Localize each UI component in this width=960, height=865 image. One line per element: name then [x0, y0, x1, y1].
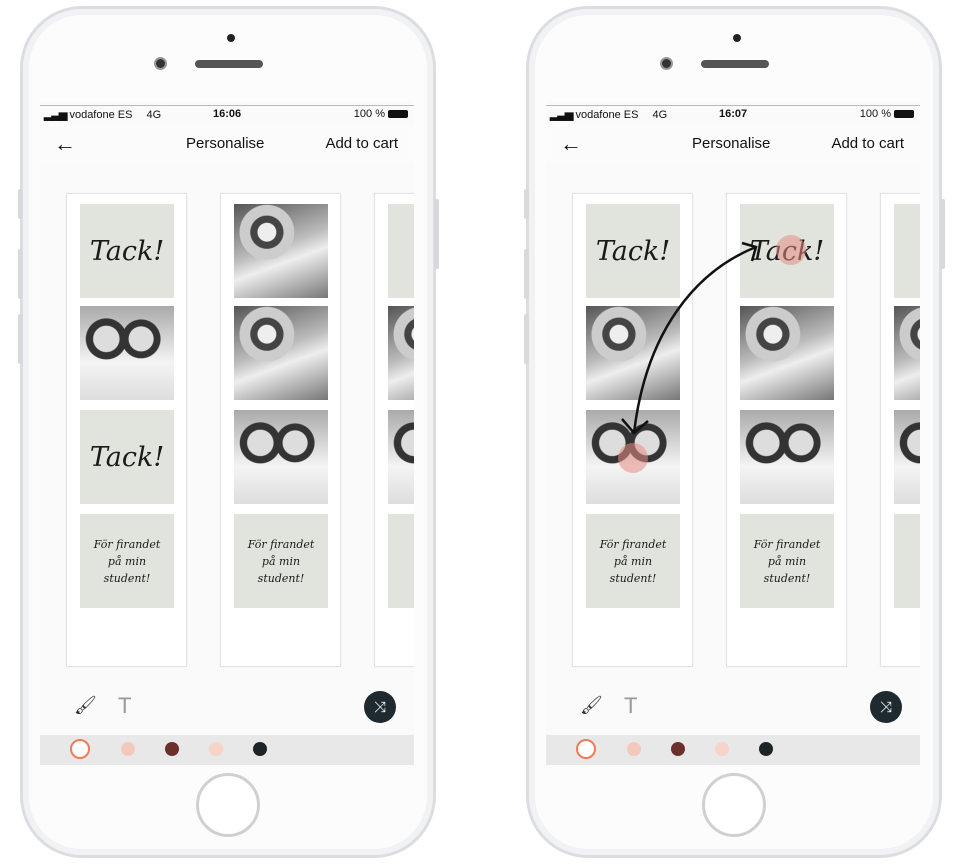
color-swatch[interactable] — [165, 742, 179, 756]
network: 4G — [146, 109, 162, 121]
color-swatch[interactable] — [671, 742, 685, 756]
text-tile[interactable]: Tack! — [80, 204, 174, 298]
photo-strip[interactable]: För firandet på min student! — [220, 193, 341, 667]
text-tile[interactable]: För firandet på min student! — [234, 514, 328, 608]
photo-tile[interactable] — [388, 306, 414, 400]
power-button — [940, 199, 945, 269]
paint-brush-icon[interactable]: 🖌 — [580, 695, 603, 716]
text-tile[interactable]: T — [388, 204, 414, 298]
volume-button — [18, 314, 23, 364]
app-screen: ▂▃▅ vodafone ES 4G 16:06 100 % ← Personalise A… — [40, 101, 414, 765]
color-palette — [546, 735, 920, 765]
front-camera — [660, 57, 673, 70]
tile-text: För firandet på min student! — [247, 537, 315, 585]
color-swatch[interactable] — [627, 742, 641, 756]
phone-frame: ▂▃▅ vodafone ES 4G 16:06 100 % ← Personalise A… — [18, 6, 439, 858]
battery: 100 % — [354, 108, 408, 120]
color-swatch[interactable] — [253, 742, 267, 756]
carrier-name: vodafone ES — [69, 109, 133, 121]
nav-bar: ← Personalise Add to cart — [40, 123, 414, 165]
speaker — [195, 60, 263, 68]
shuffle-button[interactable]: ⤨ — [870, 691, 902, 723]
front-camera — [154, 57, 167, 70]
volume-button — [524, 189, 529, 219]
volume-button — [524, 314, 529, 364]
back-button[interactable]: ← — [54, 131, 76, 157]
phone-frame: ▂▃▅ vodafone ES 4G 16:07 100 % ← Personalise A… — [524, 6, 945, 858]
shuffle-button[interactable]: ⤨ — [364, 691, 396, 723]
color-palette — [40, 735, 414, 765]
color-swatch[interactable] — [715, 742, 729, 756]
add-to-cart-button[interactable]: Add to cart — [325, 135, 398, 152]
editor-toolbar: 🖌 T ⤨ — [40, 691, 414, 729]
app-screen: ▂▃▅ vodafone ES 4G 16:07 100 % ← Personalise A… — [546, 101, 920, 765]
proximity-sensor — [733, 34, 741, 42]
color-swatch[interactable] — [70, 739, 90, 759]
page-title: Personalise — [186, 135, 265, 152]
proximity-sensor — [227, 34, 235, 42]
tile-text: Tack! — [89, 235, 165, 267]
color-swatch[interactable] — [121, 742, 135, 756]
text-tile[interactable]: För — [388, 514, 414, 608]
photo-tile[interactable] — [234, 204, 328, 298]
volume-button — [18, 189, 23, 219]
battery-percent: 100 % — [353, 108, 385, 120]
speaker — [701, 60, 769, 68]
volume-button — [524, 249, 529, 299]
text-tile[interactable]: För firandet på min student! — [80, 514, 174, 608]
tile-text: Tack! — [89, 441, 165, 473]
text-tool-button[interactable]: T — [118, 693, 131, 719]
photo-tile[interactable] — [80, 306, 174, 400]
battery-icon — [388, 110, 408, 119]
volume-button — [18, 249, 23, 299]
power-button — [434, 199, 439, 269]
photo-strip[interactable]: Tack! Tack! För firandet på min student! — [66, 193, 187, 667]
text-tile[interactable]: Tack! — [80, 410, 174, 504]
paint-brush-icon[interactable]: 🖌 — [74, 695, 97, 716]
clock: 16:06 — [213, 108, 242, 120]
color-swatch[interactable] — [209, 742, 223, 756]
drag-arrow — [621, 241, 758, 435]
color-swatch[interactable] — [759, 742, 773, 756]
photo-tile[interactable] — [234, 410, 328, 504]
color-swatch[interactable] — [576, 739, 596, 759]
home-button[interactable] — [702, 773, 766, 837]
status-bar: ▂▃▅ vodafone ES 4G 16:06 100 % — [40, 105, 414, 121]
photo-tile[interactable] — [388, 410, 414, 504]
text-tool-button[interactable]: T — [624, 693, 637, 719]
photo-strip[interactable]: T För — [374, 193, 414, 667]
tile-text: För firandet på min student! — [93, 537, 161, 585]
carrier: ▂▃▅ vodafone ES 4G — [44, 109, 162, 121]
editor-toolbar: 🖌 T ⤨ — [546, 691, 920, 729]
photo-tile[interactable] — [234, 306, 328, 400]
home-button[interactable] — [196, 773, 260, 837]
